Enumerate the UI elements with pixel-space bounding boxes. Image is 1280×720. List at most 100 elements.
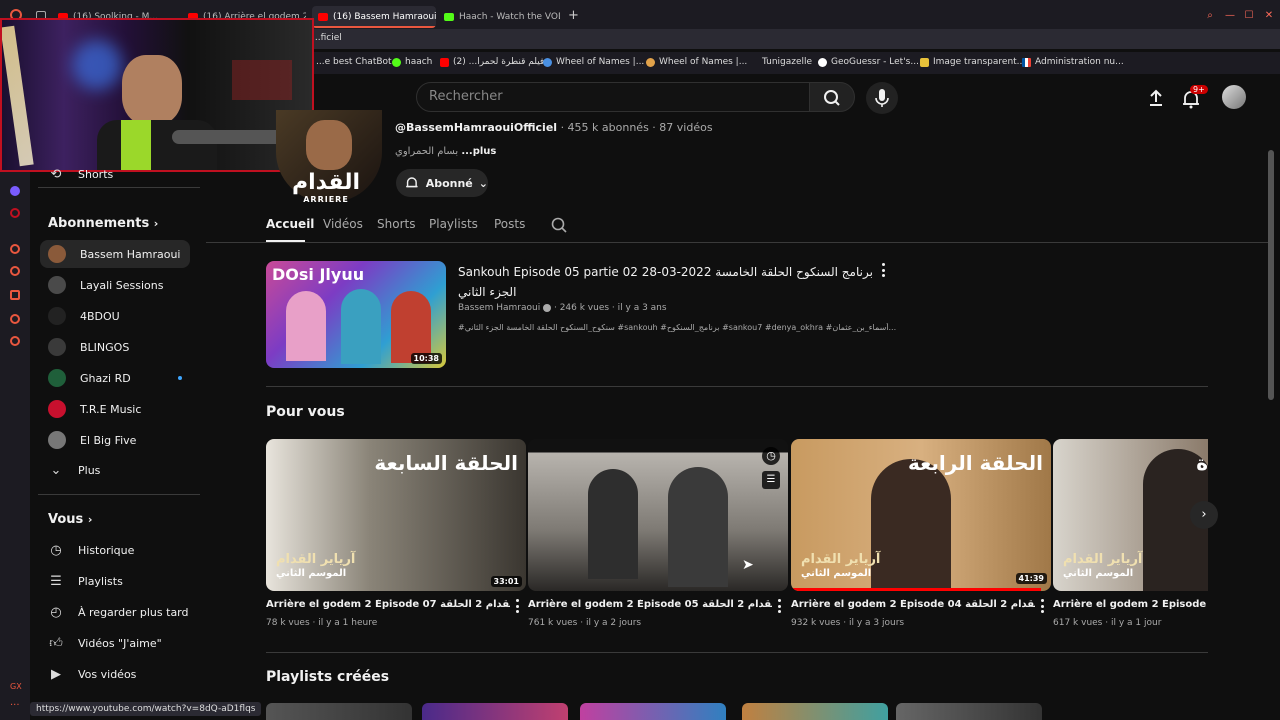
bookmark[interactable]: ...e best ChatBot... (316, 57, 400, 67)
minimize-icon[interactable]: — (1224, 10, 1236, 22)
channel-stats: · 455 k abonnés · 87 vidéos (560, 121, 713, 134)
sidebar-app-icon[interactable] (10, 314, 20, 324)
more-icon[interactable]: ··· (10, 700, 20, 711)
video-title[interactable]: Arrière el godem 2 Épisode 04 أرياير الق… (791, 599, 1035, 610)
video-icon: ▶ (51, 666, 61, 682)
video-thumbnail[interactable]: الحلقة الرابعة آرياير القدام الموسم الثان… (791, 439, 1051, 591)
mic-icon (875, 89, 889, 107)
search-button[interactable] (809, 82, 855, 112)
bookmark[interactable]: فيلم قنطرة لحمرا... (2) (440, 57, 544, 67)
maximize-icon[interactable]: ☐ (1243, 10, 1255, 22)
bookmark[interactable]: Image transparent... (920, 57, 1025, 67)
tab-playlists[interactable]: Playlists (429, 217, 478, 231)
sidebar-item-history[interactable]: ◷ Historique (40, 536, 190, 564)
featured-video-menu-button[interactable] (881, 263, 885, 277)
upload-icon (1150, 89, 1162, 106)
subscribe-button[interactable]: Abonné ⌄ (396, 169, 488, 197)
sidebar-app-icon[interactable] (10, 244, 20, 254)
sidebar-item-your-videos[interactable]: ▶ Vos vidéos (40, 660, 190, 688)
sidebar-app-icon[interactable] (10, 208, 20, 218)
sidebar-subscription[interactable]: El Big Five (40, 426, 190, 454)
bookmark[interactable]: Tunigazelle (749, 57, 812, 67)
video-thumbnail[interactable]: ◷ ☰ ➤ (528, 439, 788, 591)
chevron-right-icon: › (1201, 507, 1207, 522)
new-tab-icon[interactable]: + (568, 8, 579, 23)
tab-home[interactable]: Accueil (266, 217, 314, 231)
bookmark-label: GeoGuessr - Let's... (831, 57, 919, 67)
video-menu-button[interactable] (515, 599, 519, 613)
sidebar-item-watch-later[interactable]: ◴ À regarder plus tard (40, 598, 190, 626)
sidebar-app-icon[interactable] (10, 186, 20, 196)
dot (1040, 610, 1044, 613)
close-window-icon[interactable]: ✕ (1263, 10, 1275, 22)
bookmark[interactable]: Administration nu... (1022, 57, 1124, 67)
sidebar-subscription[interactable]: T.R.E Music (40, 395, 190, 423)
bookmark[interactable]: GeoGuessr - Let's... (818, 57, 919, 67)
bookmark[interactable]: haach (392, 57, 432, 67)
video-menu-button[interactable] (1040, 599, 1044, 613)
video-card[interactable]: ة آرياير القدام الموسم الثاني Arrière el … (1053, 439, 1208, 628)
notifications-button[interactable]: 9+ (1180, 85, 1208, 114)
logo-line: الموسم الثاني (276, 568, 347, 579)
sidebar-app-icon[interactable] (10, 266, 20, 276)
channel-avatar (48, 369, 66, 387)
sidebar-subscription[interactable]: Layali Sessions (40, 271, 190, 299)
browser-tab-active[interactable]: (16) Bassem Hamraoui - Y (312, 6, 436, 28)
video-card[interactable]: الحلقة الرابعة آرياير القدام الموسم الثان… (791, 439, 1051, 628)
video-card[interactable]: ◷ ☰ ➤ Arrière el godem 2 Épisode 05 أريا… (528, 439, 788, 628)
page-scrollbar[interactable] (1268, 150, 1274, 400)
you-heading[interactable]: Vous › (48, 512, 92, 527)
more-link[interactable]: ...plus (461, 146, 496, 157)
video-title[interactable]: Arrière el godem 2 Épisode 06 الحلقة (1053, 599, 1208, 610)
carousel-next-button[interactable]: › (1190, 501, 1218, 529)
channel-avatar (48, 400, 66, 418)
sidebar-subscription[interactable]: Bassem Hamraoui (40, 240, 190, 268)
playlist-thumbnail[interactable] (580, 703, 726, 720)
search-input[interactable]: Rechercher (416, 82, 810, 112)
bookmark[interactable]: Wheel of Names |... (543, 57, 644, 67)
channel-name[interactable]: Bassem Hamraoui (458, 303, 540, 313)
tab-shorts[interactable]: Shorts (377, 217, 415, 231)
featured-video-thumbnail[interactable]: DOsi Jlyuu 10:38 (266, 261, 446, 368)
video-card[interactable]: الحلقة السابعة آرياير القدام الموسم الثان… (266, 439, 526, 628)
search-tabs-icon[interactable]: ⌕ (1204, 10, 1216, 22)
video-thumbnail[interactable]: الحلقة السابعة آرياير القدام الموسم الثان… (266, 439, 526, 591)
video-title[interactable]: Arrière el godem 2 Épisode 05 أرياير الق… (528, 599, 772, 610)
browser-tab[interactable]: Haach - Watch the VOD o... (444, 6, 560, 28)
playlist-thumbnail[interactable] (896, 703, 1042, 720)
youtube-icon (318, 13, 328, 21)
tab-posts[interactable]: Posts (494, 217, 525, 231)
voice-search-button[interactable] (866, 82, 898, 114)
channel-search-button[interactable] (550, 216, 568, 238)
sidebar-subscription[interactable]: Ghazi RD (40, 364, 190, 392)
url-text[interactable]: ...ficiel (312, 33, 342, 43)
playlist-thumbnail[interactable] (742, 703, 888, 720)
sidebar-item-playlists[interactable]: ☰ Playlists (40, 567, 190, 595)
channel-handle[interactable]: @BassemHamraouiOfficiel (395, 121, 557, 134)
watch-later-icon[interactable]: ◷ (762, 447, 780, 465)
logo-line: الموسم الثاني (801, 568, 872, 579)
gx-icon[interactable]: GX (10, 682, 22, 691)
subscriptions-heading[interactable]: Abonnements › (48, 216, 158, 231)
playlist-thumbnail[interactable] (266, 703, 412, 720)
featured-video-title[interactable]: Sankouh Episode 05 partie 02 28-03-2022 … (458, 262, 874, 302)
channel-description[interactable]: بسام الحمراوي ...plus (395, 146, 496, 157)
sidebar-subscription[interactable]: BLINGOS (40, 333, 190, 361)
sidebar-item-liked[interactable]: 👍︎ Vidéos "J'aime" (40, 629, 190, 657)
add-to-queue-icon[interactable]: ☰ (762, 471, 780, 489)
dot (515, 610, 519, 613)
sidebar-subscription[interactable]: 4BDOU (40, 302, 190, 330)
playlist-thumbnail[interactable] (422, 703, 568, 720)
video-menu-button[interactable] (777, 599, 781, 613)
sidebar-item-shorts[interactable]: ⟲ Shorts (40, 160, 190, 188)
video-title[interactable]: Arrière el godem 2 Épisode 07 أرياير الق… (266, 599, 510, 610)
france-flag-icon (1022, 57, 1031, 67)
avatar[interactable] (1222, 85, 1246, 109)
tab-videos[interactable]: Vidéos (323, 217, 363, 231)
sidebar-app-icon[interactable] (10, 290, 20, 300)
settings-icon[interactable] (10, 336, 20, 346)
bookmark[interactable]: Wheel of Names |... (646, 57, 747, 67)
sidebar-item-more[interactable]: ⌄ Plus (40, 456, 190, 484)
upload-button[interactable] (1146, 88, 1166, 112)
video-thumbnail[interactable]: ة آرياير القدام الموسم الثاني (1053, 439, 1208, 591)
